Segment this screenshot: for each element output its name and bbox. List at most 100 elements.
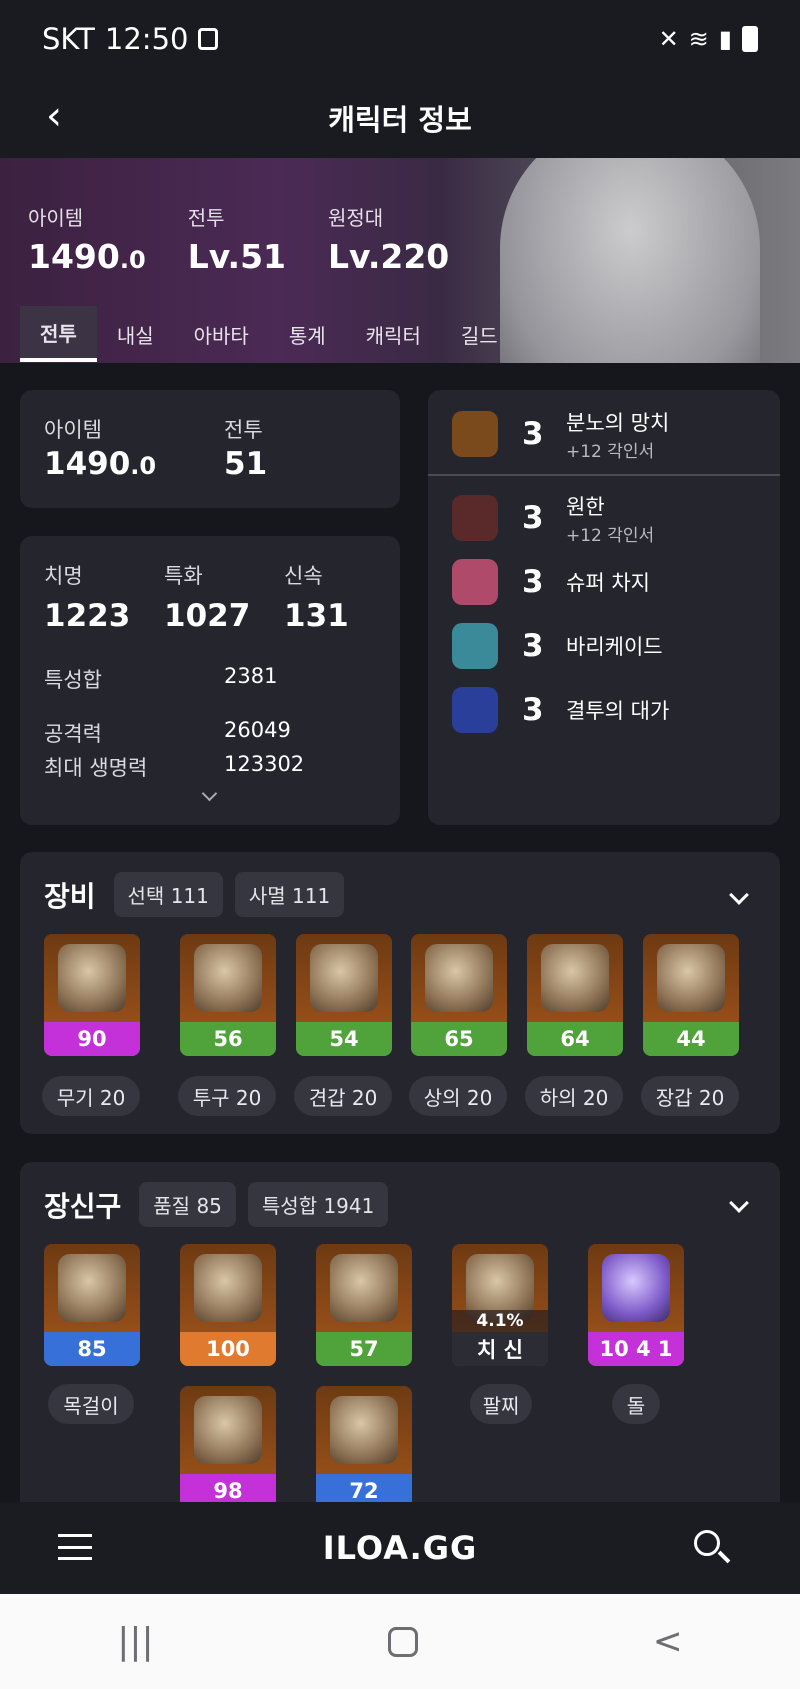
equipment-label: 견갑 20 — [294, 1076, 392, 1116]
engraving-name: 바리케이드 — [566, 635, 663, 659]
tab-interior[interactable]: 내실 — [97, 306, 174, 362]
summary-item-decimal: .0 — [130, 452, 157, 480]
hero-stat-label: 아이템 — [28, 206, 84, 230]
equipment-pants[interactable]: 64 — [527, 934, 623, 1056]
accessory-earring-1[interactable]: 100 — [180, 1244, 276, 1366]
wifi-icon: ≋ — [688, 25, 709, 53]
accessory-label: 목걸이 — [48, 1384, 134, 1424]
quality-bar: 54 — [296, 1022, 392, 1056]
site-logo[interactable]: ILOA.GG — [323, 1529, 478, 1567]
necklace-icon — [58, 1254, 126, 1322]
menu-icon[interactable] — [58, 1534, 92, 1560]
engraving-charge-icon — [452, 559, 498, 605]
system-back-icon[interactable]: < — [653, 1621, 683, 1662]
hero-stat-decimal: .0 — [119, 246, 146, 274]
bottom-nav: ILOA.GG — [0, 1502, 800, 1594]
expand-stats-icon[interactable] — [201, 785, 218, 802]
accessory-ring-2[interactable]: 72 — [316, 1386, 412, 1502]
equipment-weapon[interactable]: 90 — [44, 934, 140, 1056]
battery-icon — [742, 26, 758, 52]
tab-avatar[interactable]: 아바타 — [174, 306, 269, 362]
engraving-row[interactable]: 3 분노의 망치 +12 각인서 — [428, 402, 780, 466]
back-button[interactable]: ‹ — [34, 96, 74, 136]
section-title: 장신구 — [44, 1189, 122, 1223]
summary-item-number: 1490 — [44, 446, 131, 482]
page-title: 캐릭터 정보 — [328, 103, 472, 137]
weapon-icon — [58, 944, 126, 1012]
character-portrait — [500, 158, 760, 363]
attack-value: 26049 — [224, 718, 291, 742]
carrier-label: SKT — [42, 22, 95, 56]
accessory-earring-2[interactable]: 98 — [180, 1386, 276, 1502]
accessory-bracelet[interactable]: 4.1% 치 신 — [452, 1244, 548, 1366]
engraving-duel-icon — [452, 687, 498, 733]
clock: 12:50 — [104, 22, 189, 56]
equipment-chip: 사멸 111 — [234, 872, 345, 917]
earring-icon — [194, 1396, 262, 1464]
engraving-row[interactable]: 3 바리케이드 — [428, 614, 780, 678]
stat-value: 1027 — [164, 598, 251, 634]
equipment-label: 투구 20 — [178, 1076, 276, 1116]
accessory-necklace[interactable]: 85 — [44, 1244, 140, 1366]
accessory-label: 돌 — [612, 1384, 660, 1424]
summary-combat-label: 전투 — [224, 418, 263, 442]
home-icon[interactable] — [388, 1626, 419, 1657]
search-icon[interactable] — [694, 1530, 720, 1556]
equipment-label: 상의 20 — [409, 1076, 507, 1116]
engraving-row[interactable]: 3 결투의 대가 — [428, 678, 780, 742]
quality-bar: 100 — [180, 1332, 276, 1366]
screenshot-icon — [198, 28, 219, 50]
accessory-stone[interactable]: 10 4 1 — [588, 1244, 684, 1366]
hero-stat-value: 1490 — [28, 237, 120, 276]
pants-icon — [541, 944, 609, 1012]
engraving-row[interactable]: 3 원한 +12 각인서 — [428, 486, 780, 550]
tab-guild[interactable]: 길드 — [441, 306, 518, 362]
ring-icon — [330, 1254, 398, 1322]
quality-bar: 98 — [180, 1474, 276, 1502]
hero-stat-label: 원정대 — [328, 206, 384, 230]
stat-value: 131 — [284, 598, 349, 634]
stat-label: 신속 — [284, 564, 323, 588]
summary-item-label: 아이템 — [44, 418, 102, 442]
equipment-label: 무기 20 — [42, 1076, 140, 1116]
equipment-header: 장비 선택 111 사멸 111 — [44, 872, 356, 917]
stone-icon — [602, 1254, 670, 1322]
gloves-icon — [657, 944, 725, 1012]
tab-stats[interactable]: 통계 — [269, 306, 346, 362]
tab-combat[interactable]: 전투 — [20, 306, 97, 362]
quality-bar: 44 — [643, 1022, 739, 1056]
accessory-ring-1[interactable]: 57 — [316, 1244, 412, 1366]
chevron-down-icon[interactable] — [729, 885, 749, 905]
chevron-down-icon[interactable] — [729, 1193, 749, 1213]
engraving-level: 3 — [522, 628, 544, 664]
engraving-level: 3 — [522, 692, 544, 728]
equipment-shoulder[interactable]: 54 — [296, 934, 392, 1056]
quality-bar: 57 — [316, 1332, 412, 1366]
hero-combat-level: 전투 Lv.51 — [188, 202, 286, 276]
engraving-name: 분노의 망치 — [566, 410, 670, 435]
equipment-gloves[interactable]: 44 — [643, 934, 739, 1056]
quality-bar: 치 신 — [452, 1332, 548, 1366]
shoulder-icon — [310, 944, 378, 1012]
equipment-chest[interactable]: 65 — [411, 934, 507, 1056]
quality-bar: 65 — [411, 1022, 507, 1056]
engraving-grudge-icon — [452, 495, 498, 541]
tab-characters[interactable]: 캐릭터 — [346, 306, 441, 362]
equipment-helmet[interactable]: 56 — [180, 934, 276, 1056]
engraving-row[interactable]: 3 슈퍼 차지 — [428, 550, 780, 614]
earring-icon — [194, 1254, 262, 1322]
system-nav-bar: ||| < — [0, 1594, 800, 1689]
engraving-name: 슈퍼 차지 — [566, 571, 650, 595]
recent-apps-icon[interactable]: ||| — [117, 1621, 153, 1662]
stat-crit: 치명 1223 — [44, 560, 130, 634]
engraving-name: 결투의 대가 — [566, 699, 670, 723]
summary-item-value: 1490.0 — [44, 446, 156, 482]
bracelet-badge: 4.1% — [452, 1310, 548, 1332]
engraving-name: 원한 — [566, 494, 605, 519]
quality-bar: 64 — [527, 1022, 623, 1056]
accessory-label: 팔찌 — [470, 1384, 532, 1424]
accessory-chip: 품질 85 — [139, 1182, 236, 1227]
app-bar: ‹ 캐릭터 정보 — [0, 78, 800, 158]
stat-label: 치명 — [44, 564, 83, 588]
character-tabs: 전투 내실 아바타 통계 캐릭터 길드 — [20, 306, 518, 362]
